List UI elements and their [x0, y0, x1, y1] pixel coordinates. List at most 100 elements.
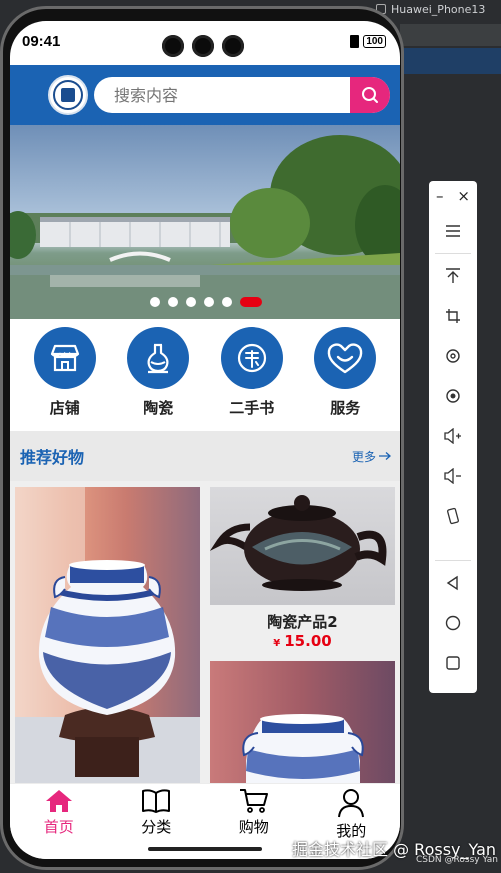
volume-down-button[interactable] [429, 456, 477, 496]
camera-icon [162, 35, 184, 57]
book-icon [237, 343, 266, 373]
recommend-title: 推荐好物 [20, 448, 85, 467]
logo-emblem-icon [61, 88, 75, 102]
category-shop[interactable]: 店铺 [20, 327, 110, 427]
home-icon [45, 790, 72, 812]
carousel-dot-active[interactable] [240, 297, 262, 307]
square-overview-icon [446, 656, 460, 670]
recommend-header: 推荐好物 更多 [10, 431, 400, 481]
overview-button[interactable] [429, 643, 477, 683]
teapot-image [209, 495, 387, 591]
category-ceramics[interactable]: 陶瓷 [113, 327, 203, 427]
banner-carousel[interactable] [10, 125, 400, 319]
volume-up-icon [444, 428, 461, 444]
product-grid: 陶瓷产品2 ¥15.00 [10, 481, 400, 783]
arrow-right-icon [379, 452, 391, 460]
emulator-toolbar: – × [429, 181, 477, 693]
crop-icon [446, 309, 460, 323]
upload-button[interactable] [429, 256, 477, 296]
phone-screen: 09:41 100 搜索内容 店铺 陶瓷 二手书 服务 推荐好物 更多 陶瓷产品… [10, 21, 400, 859]
status-indicators: 100 [350, 34, 386, 48]
storefront-icon [50, 344, 79, 372]
vase-icon [147, 343, 169, 374]
back-button[interactable] [429, 563, 477, 603]
emulator-title: Huawei_Phone13 [391, 2, 486, 16]
volume-down-icon [444, 468, 461, 484]
watermark-small: CSDN @Rossy Yan [416, 855, 498, 865]
status-time: 09:41 [22, 32, 61, 50]
search-button[interactable] [350, 77, 390, 113]
menu-icon [446, 225, 460, 237]
battery-icon: 100 [363, 34, 386, 48]
shake-button[interactable] [429, 496, 477, 536]
university-logo[interactable] [48, 75, 88, 115]
rotate-button[interactable] [429, 336, 477, 376]
book-open-icon [142, 789, 171, 813]
tab-label: 首页 [43, 818, 74, 836]
toolbar-window-controls: – × [429, 181, 477, 211]
heart-smile-icon [327, 343, 363, 374]
crop-button[interactable] [429, 296, 477, 336]
tab-label: 购物 [238, 818, 269, 836]
category-icon-circle [314, 327, 377, 389]
search-input[interactable] [114, 85, 350, 105]
more-label: 更多 [351, 449, 376, 464]
product-card-vase-2[interactable] [210, 661, 395, 783]
search-icon [362, 87, 378, 103]
rotate-icon [446, 349, 460, 363]
sim-icon [350, 34, 360, 48]
ide-tab-strip [400, 24, 501, 46]
home-indicator[interactable] [148, 847, 262, 851]
category-service[interactable]: 服务 [300, 327, 390, 427]
tab-label: 分类 [141, 818, 172, 836]
product-card-teapot[interactable] [209, 487, 395, 605]
record-button[interactable] [429, 376, 477, 416]
category-icon-circle [220, 327, 283, 389]
camera-cutout [162, 35, 244, 57]
minimize-button[interactable]: – [436, 187, 444, 205]
category-label: 店铺 [49, 399, 80, 417]
category-used-books[interactable]: 二手书 [207, 327, 297, 427]
shake-icon [447, 507, 459, 525]
category-label: 二手书 [229, 399, 275, 417]
divider [435, 560, 471, 561]
more-link[interactable]: 更多 [352, 448, 392, 465]
phone-frame: 09:41 100 搜索内容 店铺 陶瓷 二手书 服务 推荐好物 更多 陶瓷产品… [0, 6, 404, 870]
record-icon [446, 389, 460, 403]
volume-up-button[interactable] [429, 416, 477, 456]
menu-button[interactable] [429, 211, 477, 251]
category-grid: 店铺 陶瓷 二手书 服务 [10, 319, 400, 427]
close-button[interactable]: × [457, 187, 470, 205]
category-label: 陶瓷 [143, 399, 174, 417]
carousel-dot[interactable] [150, 297, 160, 307]
carousel-dot[interactable] [168, 297, 178, 307]
carousel-dot[interactable] [222, 297, 232, 307]
category-label: 服务 [330, 399, 361, 417]
home-button[interactable] [429, 603, 477, 643]
carousel-indicators [150, 297, 262, 307]
product-name: 陶瓷产品2 [267, 613, 338, 631]
category-icon-circle [127, 327, 190, 389]
back-icon [446, 575, 458, 591]
blue-white-vase-image [15, 487, 200, 783]
carousel-dot[interactable] [186, 297, 196, 307]
price-value: 15.00 [284, 632, 332, 650]
carousel-dot[interactable] [204, 297, 214, 307]
user-icon [338, 789, 365, 818]
product-price: ¥15.00 [210, 632, 395, 650]
banner-image [10, 135, 400, 319]
search-bar[interactable] [94, 77, 390, 113]
logo-ring [53, 80, 83, 110]
camera-icon [222, 35, 244, 57]
app-header [10, 65, 400, 125]
currency-symbol: ¥ [273, 638, 281, 649]
divider [435, 253, 471, 254]
emulator-title-bar: Huawei_Phone13 [376, 0, 501, 18]
circle-home-icon [445, 615, 461, 631]
product-card-vase[interactable] [15, 487, 200, 783]
tab-home[interactable]: 首页 [19, 788, 99, 859]
category-icon-circle [33, 327, 96, 389]
blue-white-vase-image [242, 714, 364, 783]
ide-highlight-strip [400, 48, 501, 74]
cart-icon [239, 789, 268, 813]
